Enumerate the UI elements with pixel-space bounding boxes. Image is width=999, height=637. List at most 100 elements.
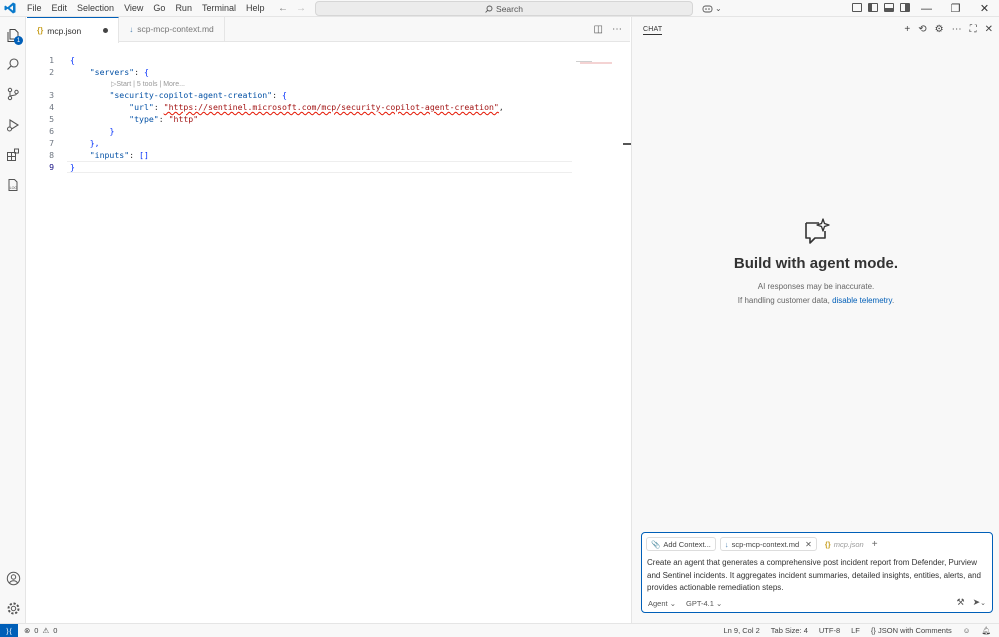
menu-help[interactable]: Help (241, 0, 270, 17)
toggle-secondary-sidebar-icon[interactable] (900, 3, 910, 12)
tab-scp-mcp-context[interactable]: ↓ scp-mcp-context.md (119, 17, 225, 41)
scrollbar-marker[interactable] (623, 143, 631, 145)
code-line[interactable]: }, (70, 138, 100, 148)
output-log-icon[interactable]: LOG (4, 176, 22, 194)
send-icon[interactable]: ➤⌄ (973, 597, 986, 608)
title-bar: File Edit Selection View Go Run Terminal… (0, 0, 999, 17)
tab-mcp-json[interactable]: {} mcp.json (27, 17, 120, 43)
chat-input-box[interactable]: 📎 Add Context... ↓ scp-mcp-context.md ✕ {} m… (641, 532, 993, 613)
history-icon[interactable]: ⟲ (918, 24, 926, 35)
extensions-icon[interactable] (4, 146, 22, 164)
code-line[interactable]: } (70, 162, 75, 172)
line-number: 5 (49, 114, 54, 124)
add-context-button[interactable]: 📎 Add Context... (646, 537, 716, 551)
code-line[interactable]: } (70, 126, 114, 136)
notifications-bell-icon[interactable]: 🔔︎ (981, 626, 991, 635)
status-bar: ⟩⟨ ⊗ 0 ⚠ 0 Ln 9, Col 2 Tab Size: 4 UTF-8 L… (0, 623, 999, 637)
editor-tabs: {} mcp.json ↓ scp-mcp-context.md ◫ ⋯ (27, 17, 630, 43)
run-and-debug-icon[interactable] (4, 116, 22, 134)
code-line[interactable]: { (70, 55, 75, 65)
disable-telemetry-link[interactable]: disable telemetry (832, 296, 892, 305)
menu-bar: File Edit Selection View Go Run Terminal… (22, 0, 269, 17)
menu-selection[interactable]: Selection (72, 0, 119, 17)
cursor-position[interactable]: Ln 9, Col 2 (724, 626, 760, 635)
code-token: "http" (168, 114, 199, 124)
maximize-icon[interactable]: ⛶ (970, 24, 977, 35)
warning-icon: ⚠ (42, 626, 50, 635)
problems-indicator[interactable]: ⊗ 0 ⚠ 0 (24, 626, 57, 635)
model-picker[interactable]: GPT-4.1 ⌄ (686, 599, 722, 608)
chat-panel: CHAT + ⟲ ⚙ ⋯ ⛶ ✕ Build with agent mode. … (631, 17, 999, 623)
copilot-menu-button[interactable]: ⌄ (702, 2, 722, 15)
menu-edit[interactable]: Edit (47, 0, 73, 17)
context-file-chip[interactable]: ↓ scp-mcp-context.md ✕ (719, 537, 817, 551)
code-token: , (498, 102, 504, 112)
source-control-icon[interactable] (4, 85, 22, 103)
end-of-line[interactable]: LF (851, 626, 860, 635)
close-icon[interactable]: ✕ (985, 24, 993, 35)
accounts-icon[interactable] (4, 569, 22, 587)
remote-indicator-icon[interactable]: ⟩⟨ (0, 624, 18, 637)
code-line[interactable]: "servers": { (70, 67, 149, 77)
manage-gear-icon[interactable] (4, 599, 22, 617)
forward-arrow-icon[interactable]: → (296, 3, 306, 14)
toggle-panel-icon[interactable] (884, 3, 894, 12)
code-token: : (134, 67, 144, 77)
menu-view[interactable]: View (119, 0, 148, 17)
editor-actions: ◫ ⋯ (594, 24, 622, 35)
more-actions-icon[interactable]: ⋯ (612, 24, 622, 35)
code-line[interactable]: "security-copilot-agent-creation": { (70, 90, 286, 100)
chevron-down-icon: ⌄ (669, 599, 676, 608)
markdown-file-icon: ↓ (724, 539, 729, 549)
code-token: "servers" (89, 67, 135, 77)
minimize-icon[interactable]: — (912, 0, 941, 17)
command-center-search[interactable]: Search (315, 1, 693, 16)
codelens-actions[interactable]: ▷Start | 5 tools | More... (111, 80, 185, 88)
explorer-icon[interactable]: 1 (4, 26, 23, 45)
code-line[interactable]: "type": "http" (70, 114, 198, 124)
code-token: : (158, 114, 169, 124)
menu-file[interactable]: File (22, 0, 47, 17)
code-line[interactable]: "url": "https://sentinel.microsoft.com/m… (70, 102, 504, 112)
language-label: JSON with Comments (878, 626, 952, 635)
model-label: GPT-4.1 (686, 599, 714, 608)
status-right: Ln 9, Col 2 Tab Size: 4 UTF-8 LF {} JSON… (724, 626, 992, 635)
new-chat-icon[interactable]: + (904, 24, 910, 35)
mode-picker[interactable]: Agent ⌄ (648, 599, 676, 608)
close-window-icon[interactable]: ✕ (970, 0, 999, 17)
settings-gear-icon[interactable]: ⚙ (935, 24, 944, 35)
json-file-icon: {} (37, 26, 44, 35)
split-editor-icon[interactable]: ◫ (594, 24, 603, 35)
code-line[interactable]: "inputs": [] (70, 150, 149, 160)
unsaved-dot-icon[interactable] (103, 28, 109, 33)
copilot-status-icon[interactable]: ☺ (963, 626, 971, 635)
chat-title[interactable]: CHAT (643, 26, 663, 35)
code-token: : (153, 102, 164, 112)
more-actions-icon[interactable]: ⋯ (952, 24, 962, 35)
current-file-chip[interactable]: {} mcp.json (821, 537, 868, 551)
menu-run[interactable]: Run (170, 0, 197, 17)
tab-size[interactable]: Tab Size: 4 (771, 626, 808, 635)
minimap[interactable] (576, 57, 616, 64)
code-token: "type" (129, 114, 159, 124)
add-file-icon[interactable]: + (872, 539, 878, 550)
line-number: 6 (49, 126, 54, 136)
restore-icon[interactable]: ❐ (941, 0, 970, 17)
back-arrow-icon[interactable]: ← (278, 3, 288, 14)
remove-context-icon[interactable]: ✕ (805, 540, 812, 549)
customize-layout-icon[interactable] (852, 3, 862, 12)
chat-prompt-text[interactable]: Create an agent that generates a compreh… (647, 557, 987, 595)
tools-icon[interactable]: ⚒ (957, 597, 965, 608)
search-view-icon[interactable] (4, 55, 22, 73)
telemetry-prefix: If handling customer data, (737, 296, 833, 305)
markdown-file-icon: ↓ (129, 24, 134, 34)
toggle-primary-sidebar-icon[interactable] (868, 3, 878, 12)
encoding[interactable]: UTF-8 (819, 626, 840, 635)
telemetry-suffix: . (891, 296, 895, 305)
disclaimer-text: AI responses may be inaccurate. (757, 282, 875, 291)
language-mode[interactable]: {} JSON with Comments (871, 626, 952, 635)
menu-terminal[interactable]: Terminal (197, 0, 241, 17)
menu-go[interactable]: Go (148, 0, 170, 17)
